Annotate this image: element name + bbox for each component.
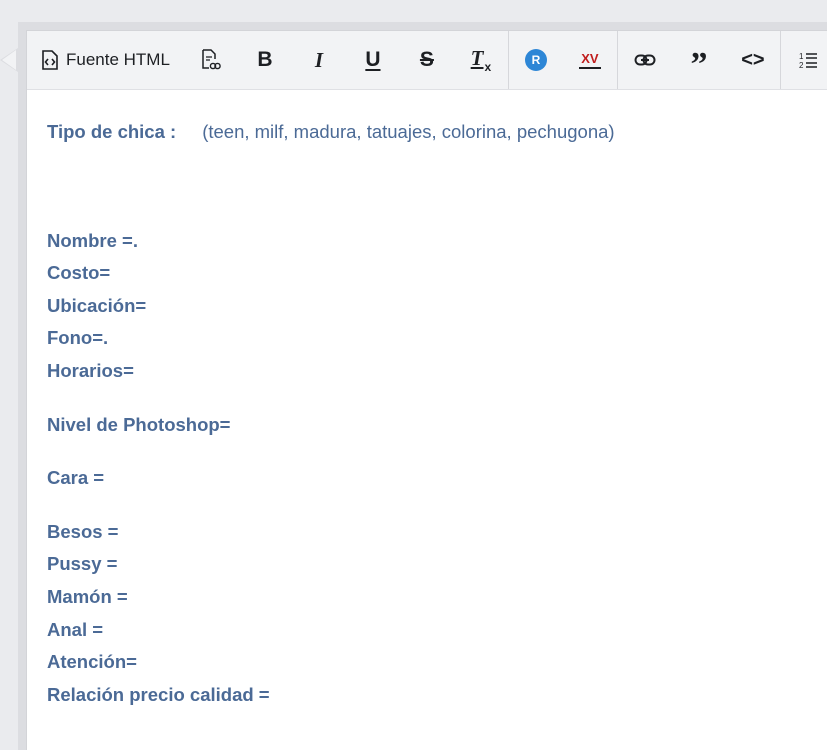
- link-icon: [634, 53, 656, 67]
- link-button[interactable]: [618, 31, 672, 89]
- r-badge-icon: R: [524, 49, 547, 71]
- toolbar-group-lists: 12: [781, 31, 827, 89]
- code-button[interactable]: <>: [726, 31, 780, 89]
- anal-line: Anal =: [47, 618, 104, 640]
- numbered-list-icon: 12: [799, 51, 817, 69]
- rich-text-editor: Fuente HTML B I U S Tx R XV ” <> 1 2 Tip…: [18, 22, 827, 750]
- r-plugin-button[interactable]: R: [509, 31, 563, 89]
- ubicacion-line: Ubicación=: [47, 294, 147, 316]
- clear-format-button[interactable]: Tx: [454, 31, 508, 89]
- editor-pointer-tail: [0, 48, 18, 72]
- bold-icon: B: [257, 48, 273, 71]
- fono-line: Fono=.: [47, 327, 109, 349]
- underline-button[interactable]: U: [346, 31, 400, 89]
- toolbar-group-source: Fuente HTML B I U S Tx: [27, 31, 509, 89]
- source-html-label: Fuente HTML: [66, 50, 170, 69]
- pussy-line: Pussy =: [47, 553, 118, 575]
- toolbar-group-plugins: R XV: [509, 31, 618, 89]
- nombre-line: Nombre =.: [47, 229, 138, 251]
- tipo-line: Tipo de chica : (teen, milf, madura, tatu…: [47, 116, 827, 149]
- numbered-list-button[interactable]: 12: [781, 31, 827, 89]
- relacion-line: Relación precio calidad =: [47, 683, 270, 705]
- editor-body: Fuente HTML B I U S Tx R XV ” <> 1 2 Tip…: [26, 30, 827, 750]
- strikethrough-icon: S: [419, 48, 434, 71]
- blank-space: [47, 149, 827, 225]
- horarios-line: Horarios=: [47, 359, 134, 381]
- xv-badge-icon: XV: [579, 51, 601, 69]
- document-link-icon: [201, 49, 221, 71]
- cara-line: Cara =: [47, 467, 105, 489]
- editor-content[interactable]: Tipo de chica : (teen, milf, madura, tatu…: [27, 90, 827, 711]
- clear-format-letter: T: [470, 46, 484, 71]
- mamon-line: Mamón =: [47, 585, 128, 607]
- quote-icon: ”: [690, 46, 708, 83]
- toolbar-group-insert: ” <>: [618, 31, 781, 89]
- code-icon: <>: [741, 48, 765, 71]
- source-icon: [41, 50, 59, 70]
- atencion-line: Atención=: [47, 651, 137, 673]
- tipo-value: (teen, milf, madura, tatuajes, colorina,…: [202, 121, 615, 142]
- strikethrough-button[interactable]: S: [400, 31, 454, 89]
- italic-icon: I: [314, 47, 324, 72]
- italic-button[interactable]: I: [292, 31, 346, 89]
- clear-format-sub: x: [484, 59, 492, 74]
- photoshop-line: Nivel de Photoshop=: [47, 413, 231, 435]
- tipo-label: Tipo de chica :: [47, 121, 177, 142]
- document-link-button[interactable]: [184, 31, 238, 89]
- svg-text:2: 2: [799, 61, 804, 69]
- clear-format-icon: Tx: [471, 46, 492, 73]
- xv-plugin-button[interactable]: XV: [563, 31, 617, 89]
- underline-icon: U: [365, 48, 381, 71]
- editor-toolbar: Fuente HTML B I U S Tx R XV ” <> 1 2: [27, 31, 827, 90]
- besos-line: Besos =: [47, 520, 119, 542]
- source-html-button[interactable]: Fuente HTML: [27, 31, 184, 89]
- svg-text:1: 1: [799, 52, 804, 61]
- quote-button[interactable]: ”: [672, 31, 726, 89]
- costo-line: Costo=: [47, 262, 111, 284]
- bold-button[interactable]: B: [238, 31, 292, 89]
